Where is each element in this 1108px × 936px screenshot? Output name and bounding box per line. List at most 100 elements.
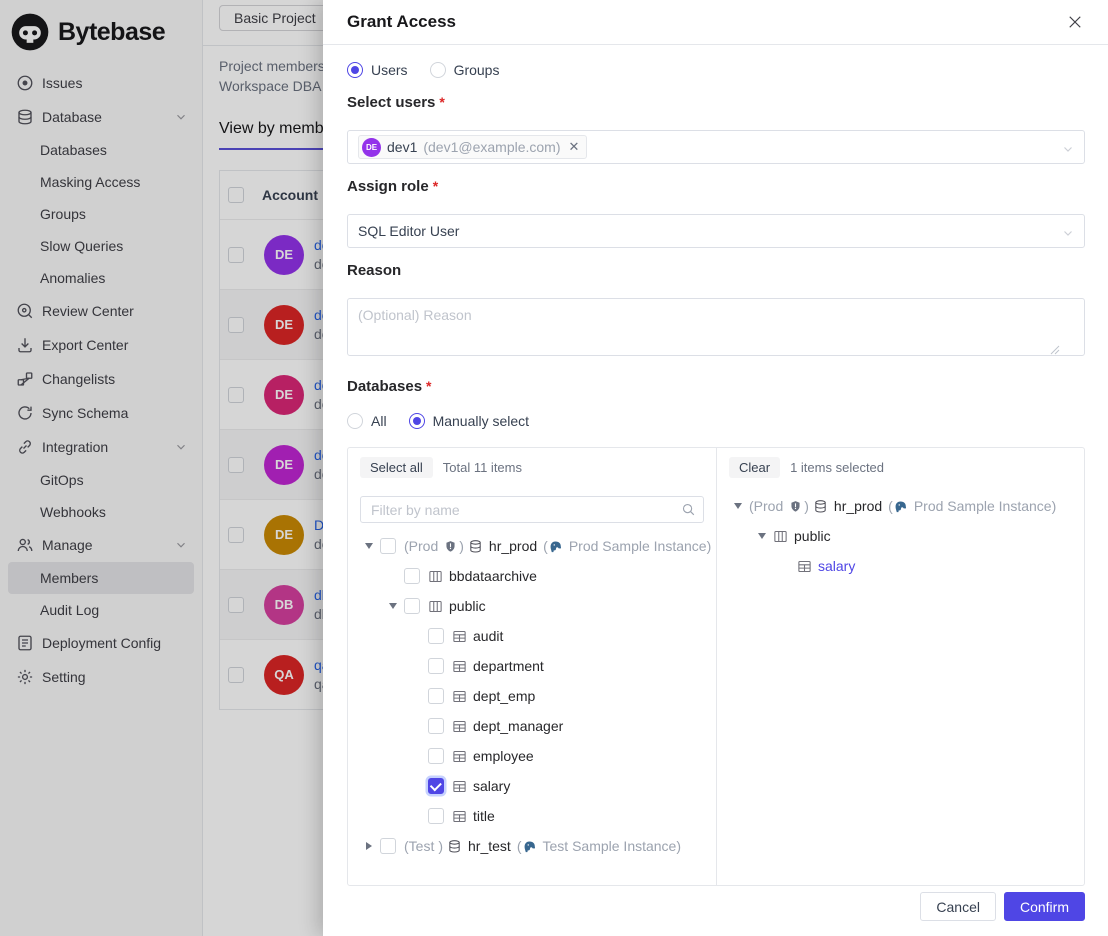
db-mode-radio-group: All Manually select — [347, 411, 1085, 431]
database-picker-source-panel: Select all Total 11 items (Prod)hr_prod(… — [348, 448, 717, 885]
tree-node-dept_manager[interactable]: dept_manager — [360, 711, 704, 741]
clear-button[interactable]: Clear — [729, 457, 780, 478]
schema-name: bbdataarchive — [449, 568, 537, 584]
caret-spacer — [410, 689, 424, 703]
select-users-input[interactable]: DE dev1 (dev1@example.com) ✕ — [347, 130, 1085, 164]
user-tag-name: dev1 — [387, 139, 417, 155]
tree-checkbox[interactable] — [428, 688, 444, 704]
tree-checkbox[interactable] — [428, 778, 444, 794]
total-items-text: Total 11 items — [443, 460, 522, 475]
tree-node-title[interactable]: title — [360, 801, 704, 831]
caret-spacer — [410, 719, 424, 733]
cancel-button[interactable]: Cancel — [920, 892, 996, 921]
database-node-icon — [468, 539, 483, 554]
select-users-label: Select users * — [347, 93, 1085, 111]
instance-name: Prod Sample Instance) — [569, 538, 711, 554]
radio-users-label: Users — [371, 62, 408, 78]
database-node-icon — [813, 499, 828, 514]
tree-node-hr_prod[interactable]: (Prod)hr_prod(Prod Sample Instance) — [729, 491, 1072, 521]
tree-checkbox[interactable] — [404, 568, 420, 584]
caret-spacer — [410, 749, 424, 763]
databases-label: Databases * — [347, 377, 1085, 395]
database-picker: Select all Total 11 items (Prod)hr_prod(… — [347, 447, 1085, 886]
tree-node-employee[interactable]: employee — [360, 741, 704, 771]
tree-node-public[interactable]: public — [360, 591, 704, 621]
expand-caret-icon[interactable] — [731, 499, 745, 513]
assign-role-select[interactable]: SQL Editor User — [347, 214, 1085, 248]
expand-caret-icon[interactable] — [362, 839, 376, 853]
tree-checkbox[interactable] — [428, 658, 444, 674]
remove-tag-icon[interactable]: ✕ — [569, 139, 580, 155]
tree-checkbox[interactable] — [380, 838, 396, 854]
close-icon[interactable] — [1064, 11, 1086, 33]
selected-count-text: 1 items selected — [790, 460, 884, 475]
table-name: title — [473, 808, 495, 824]
table-name: department — [473, 658, 544, 674]
table-icon — [797, 559, 812, 574]
caret-spacer — [779, 559, 793, 573]
grant-access-modal: Grant Access Users Groups Select users — [323, 0, 1108, 936]
tree-node-salary[interactable]: salary — [360, 771, 704, 801]
tree-node-bbdataarchive[interactable]: bbdataarchive — [360, 561, 704, 591]
caret-spacer — [410, 629, 424, 643]
chevron-down-icon — [1062, 226, 1074, 244]
table-icon — [452, 689, 467, 704]
radio-all-databases[interactable]: All — [347, 413, 387, 429]
schema-icon — [428, 599, 443, 614]
shield-icon — [444, 540, 457, 553]
caret-spacer — [410, 779, 424, 793]
reason-label: Reason — [347, 261, 1085, 279]
tree-checkbox[interactable] — [428, 718, 444, 734]
tree-checkbox[interactable] — [428, 748, 444, 764]
tree-node-dept_emp[interactable]: dept_emp — [360, 681, 704, 711]
select-all-button[interactable]: Select all — [360, 457, 433, 478]
table-icon — [452, 719, 467, 734]
modal-footer: Cancel Confirm — [920, 892, 1085, 921]
radio-groups-control[interactable] — [430, 62, 446, 78]
shield-icon — [789, 500, 802, 513]
modal-title: Grant Access — [347, 12, 456, 32]
confirm-button[interactable]: Confirm — [1004, 892, 1085, 921]
tree-checkbox[interactable] — [380, 538, 396, 554]
reason-textarea[interactable] — [347, 298, 1085, 356]
radio-groups[interactable]: Groups — [430, 62, 500, 78]
environment-label: (Prod — [404, 538, 438, 554]
tree-node-salary[interactable]: salary — [729, 551, 1072, 581]
schema-icon — [428, 569, 443, 584]
tree-node-department[interactable]: department — [360, 651, 704, 681]
tree-checkbox[interactable] — [428, 628, 444, 644]
radio-manually-select-label: Manually select — [433, 413, 530, 429]
expand-caret-icon[interactable] — [755, 529, 769, 543]
assign-role-value: SQL Editor User — [358, 223, 459, 239]
user-tag-email: (dev1@example.com) — [423, 139, 560, 155]
radio-all-control[interactable] — [347, 413, 363, 429]
filter-by-name-input[interactable] — [360, 496, 704, 523]
tree-node-public[interactable]: public — [729, 521, 1072, 551]
tree-checkbox[interactable] — [428, 808, 444, 824]
tree-node-hr_test[interactable]: (Test)hr_test(Test Sample Instance) — [360, 831, 704, 861]
tree-node-hr_prod[interactable]: (Prod)hr_prod(Prod Sample Instance) — [360, 531, 704, 561]
environment-label-close: ) — [804, 498, 809, 514]
table-icon — [452, 779, 467, 794]
tree-checkbox[interactable] — [404, 598, 420, 614]
table-name: dept_emp — [473, 688, 535, 704]
radio-users[interactable]: Users — [347, 62, 408, 78]
instance-name: Prod Sample Instance) — [914, 498, 1056, 514]
expand-caret-icon[interactable] — [386, 599, 400, 613]
database-node-icon — [447, 839, 462, 854]
database-name: hr_test — [468, 838, 511, 854]
radio-manually-select[interactable]: Manually select — [409, 413, 530, 429]
table-icon — [452, 809, 467, 824]
app-root: Bytebase IssuesDatabaseDatabasesMasking … — [0, 0, 1108, 936]
database-picker-selected-panel: Clear 1 items selected (Prod)hr_prod(Pro… — [717, 448, 1084, 885]
user-tag-avatar: DE — [362, 138, 381, 157]
expand-caret-icon[interactable] — [362, 539, 376, 553]
radio-users-control[interactable] — [347, 62, 363, 78]
chevron-down-icon — [1062, 142, 1074, 160]
schema-icon — [773, 529, 788, 544]
radio-manually-select-control[interactable] — [409, 413, 425, 429]
postgres-icon — [522, 839, 537, 854]
caret-spacer — [410, 659, 424, 673]
table-name: dept_manager — [473, 718, 563, 734]
tree-node-audit[interactable]: audit — [360, 621, 704, 651]
